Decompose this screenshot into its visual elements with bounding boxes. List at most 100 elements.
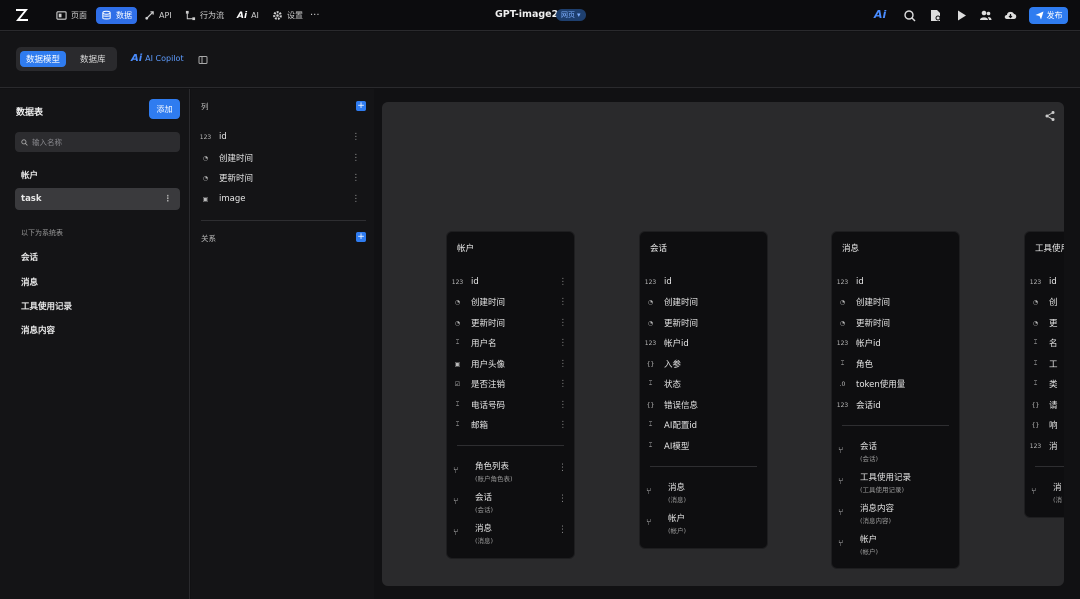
field-row[interactable]: 123 id bbox=[1030, 274, 1064, 290]
field-row[interactable]: ◔ 更新时间 ⋮ bbox=[453, 315, 571, 331]
more-vertical-icon[interactable]: ⋮ bbox=[558, 463, 567, 473]
table-card-tool-usage[interactable]: 工具使用 123id ◔创 ◔更 ⌶名 ⌶工 ⌶类 {}请 {}响 123消 ⑂… bbox=[1024, 231, 1064, 518]
relation-row[interactable]: ⑂ 会话 (会话) ⋮ bbox=[453, 491, 571, 517]
more-vertical-icon[interactable]: ⋮ bbox=[559, 359, 568, 369]
field-row[interactable]: ⌶ AI配置id bbox=[646, 417, 764, 433]
more-vertical-icon[interactable]: ⋮ bbox=[559, 420, 568, 430]
field-row[interactable]: ⌶ 类 bbox=[1031, 376, 1064, 392]
nav-flow[interactable]: 行为流 bbox=[180, 7, 229, 24]
more-vertical-icon[interactable]: ⋮ bbox=[352, 173, 361, 183]
sidebar-item-account[interactable]: 帐户 bbox=[15, 164, 180, 186]
relation-row[interactable]: ⑂ 角色列表 (账户角色表) ⋮ bbox=[453, 460, 571, 486]
field-row[interactable]: 123 id bbox=[645, 274, 764, 290]
more-vertical-icon[interactable]: ⋮ bbox=[352, 194, 361, 204]
sidebar-item-session[interactable]: 会话 bbox=[15, 246, 180, 268]
field-row[interactable]: ⌶ 状态 bbox=[646, 376, 764, 392]
relation-row[interactable]: ⑂ 消 (消 bbox=[1031, 481, 1064, 507]
nav-pages[interactable]: 页面 bbox=[51, 7, 92, 24]
field-row[interactable]: ☑ 是否注销 ⋮ bbox=[453, 376, 571, 392]
more-vertical-icon[interactable]: ⋮ bbox=[558, 494, 567, 504]
nav-data[interactable]: 数据 bbox=[96, 7, 137, 24]
field-row[interactable]: ◔ 更新时间 bbox=[838, 315, 956, 331]
field-row[interactable]: 123 帐户id bbox=[645, 335, 764, 351]
publish-button[interactable]: 发布 bbox=[1029, 7, 1068, 24]
platform-badge[interactable]: 网页 ▾ bbox=[556, 9, 586, 21]
field-row[interactable]: ◔ 创建时间 ⋮ bbox=[453, 294, 571, 310]
table-card-message[interactable]: 消息 123 id ◔ 创建时间 ◔ 更新时间 123 帐户id ⌶ 角色 .0 token… bbox=[831, 231, 960, 569]
column-row[interactable]: ◔ 创建时间 ⋮ bbox=[201, 149, 366, 167]
more-vertical-icon[interactable]: ⋮ bbox=[352, 132, 361, 142]
field-row[interactable]: ◔ 创建时间 bbox=[838, 294, 956, 310]
column-row[interactable]: ◔ 更新时间 ⋮ bbox=[201, 169, 366, 187]
more-vertical-icon[interactable]: ⋮ bbox=[559, 338, 568, 348]
document-icon[interactable] bbox=[929, 9, 942, 22]
more-vertical-icon[interactable]: ⋮ bbox=[559, 318, 568, 328]
field-row[interactable]: ⌶ 角色 bbox=[838, 356, 956, 372]
table-card-session[interactable]: 会话 123 id ◔ 创建时间 ◔ 更新时间 123 帐户id {} 入参 ⌶ 状态 {}… bbox=[639, 231, 768, 549]
panel-toggle-icon[interactable] bbox=[198, 55, 208, 65]
field-row[interactable]: 123 id bbox=[837, 274, 956, 290]
more-menu-button[interactable]: ··· bbox=[305, 7, 325, 24]
cloud-download-icon[interactable] bbox=[1004, 9, 1017, 22]
sidebar-item-tool-usage[interactable]: 工具使用记录 bbox=[15, 295, 180, 317]
search-input[interactable] bbox=[32, 137, 172, 147]
er-diagram-canvas[interactable]: 帐户 123 id ⋮ ◔ 创建时间 ⋮ ◔ 更新时间 ⋮ ⌶ 用户名 ⋮ ▣ 用户头像 ⋮ ☑ 是否… bbox=[382, 102, 1064, 586]
field-row[interactable]: ◔ 更 bbox=[1031, 315, 1064, 331]
field-row[interactable]: ◔ 创建时间 bbox=[646, 294, 764, 310]
column-row[interactable]: 123 id ⋮ bbox=[200, 128, 366, 146]
table-search[interactable] bbox=[15, 132, 180, 152]
relation-row[interactable]: ⑂ 消息 (消息) bbox=[646, 481, 764, 507]
more-vertical-icon[interactable]: ⋮ bbox=[559, 400, 568, 410]
field-row[interactable]: {} 错误信息 bbox=[646, 397, 764, 413]
field-row[interactable]: ⌶ 邮箱 ⋮ bbox=[453, 417, 571, 433]
relation-row[interactable]: ⑂ 帐户 (帐户) bbox=[646, 512, 764, 538]
nav-api[interactable]: API bbox=[139, 7, 177, 24]
table-card-account[interactable]: 帐户 123 id ⋮ ◔ 创建时间 ⋮ ◔ 更新时间 ⋮ ⌶ 用户名 ⋮ ▣ 用户头像 ⋮ ☑ 是否… bbox=[446, 231, 575, 559]
sidebar-item-task[interactable]: task ⋮ bbox=[15, 188, 180, 210]
field-row[interactable]: ⌶ 电话号码 ⋮ bbox=[453, 397, 571, 413]
ai-copilot-button[interactable]: Ai AI Copilot bbox=[131, 53, 184, 64]
column-row[interactable]: ▣ image ⋮ bbox=[201, 190, 366, 208]
field-row[interactable]: ⌶ 用户名 ⋮ bbox=[453, 335, 571, 351]
more-vertical-icon[interactable]: ⋮ bbox=[559, 379, 568, 389]
field-row[interactable]: 123 id ⋮ bbox=[452, 274, 571, 290]
field-row[interactable]: 123 消 bbox=[1030, 438, 1064, 454]
field-row[interactable]: 123 会话id bbox=[837, 397, 956, 413]
share-icon[interactable] bbox=[1044, 110, 1056, 122]
relation-row[interactable]: ⑂ 工具使用记录 (工具使用记录) bbox=[838, 471, 956, 497]
app-logo-icon[interactable] bbox=[14, 7, 30, 23]
more-vertical-icon[interactable]: ⋮ bbox=[559, 277, 568, 287]
sidebar-item-message-content[interactable]: 消息内容 bbox=[15, 319, 180, 341]
add-column-button[interactable]: + bbox=[356, 101, 366, 111]
more-vertical-icon[interactable]: ⋮ bbox=[559, 297, 568, 307]
search-refresh-icon[interactable] bbox=[903, 9, 916, 22]
field-row[interactable]: ▣ 用户头像 ⋮ bbox=[453, 356, 571, 372]
users-icon[interactable] bbox=[979, 9, 992, 22]
relation-row[interactable]: ⑂ 帐户 (帐户) bbox=[838, 533, 956, 559]
add-relation-button[interactable]: + bbox=[356, 232, 366, 242]
relation-row[interactable]: ⑂ 消息内容 (消息内容) bbox=[838, 502, 956, 528]
field-row[interactable]: ◔ 创 bbox=[1031, 294, 1064, 310]
field-row[interactable]: ⌶ 名 bbox=[1031, 335, 1064, 351]
add-table-button[interactable]: 添加 bbox=[149, 99, 180, 119]
tab-database[interactable]: 数据库 bbox=[74, 51, 112, 67]
nav-ai[interactable]: Ai AI bbox=[232, 7, 264, 24]
sidebar-item-message[interactable]: 消息 bbox=[15, 271, 180, 293]
tab-data-model[interactable]: 数据模型 bbox=[20, 51, 67, 67]
field-row[interactable]: 123 帐户id bbox=[837, 335, 956, 351]
play-icon[interactable] bbox=[955, 9, 968, 22]
more-vertical-icon[interactable]: ⋮ bbox=[558, 525, 567, 535]
field-row[interactable]: {} 请 bbox=[1031, 397, 1064, 413]
relation-row[interactable]: ⑂ 会话 (会话) bbox=[838, 440, 956, 466]
more-vertical-icon[interactable]: ⋮ bbox=[352, 153, 361, 163]
field-row[interactable]: ◔ 更新时间 bbox=[646, 315, 764, 331]
field-row[interactable]: {} 入参 bbox=[646, 356, 764, 372]
ai-assistant-icon[interactable]: Ai bbox=[874, 8, 887, 21]
field-row[interactable]: ⌶ 工 bbox=[1031, 356, 1064, 372]
field-row[interactable]: {} 响 bbox=[1031, 417, 1064, 433]
relation-row[interactable]: ⑂ 消息 (消息) ⋮ bbox=[453, 522, 571, 548]
field-row[interactable]: ⌶ AI模型 bbox=[646, 438, 764, 454]
field-row[interactable]: .0 token使用量 bbox=[838, 376, 956, 392]
nav-settings[interactable]: 设置 bbox=[267, 7, 308, 24]
more-vertical-icon[interactable]: ⋮ bbox=[164, 194, 173, 204]
